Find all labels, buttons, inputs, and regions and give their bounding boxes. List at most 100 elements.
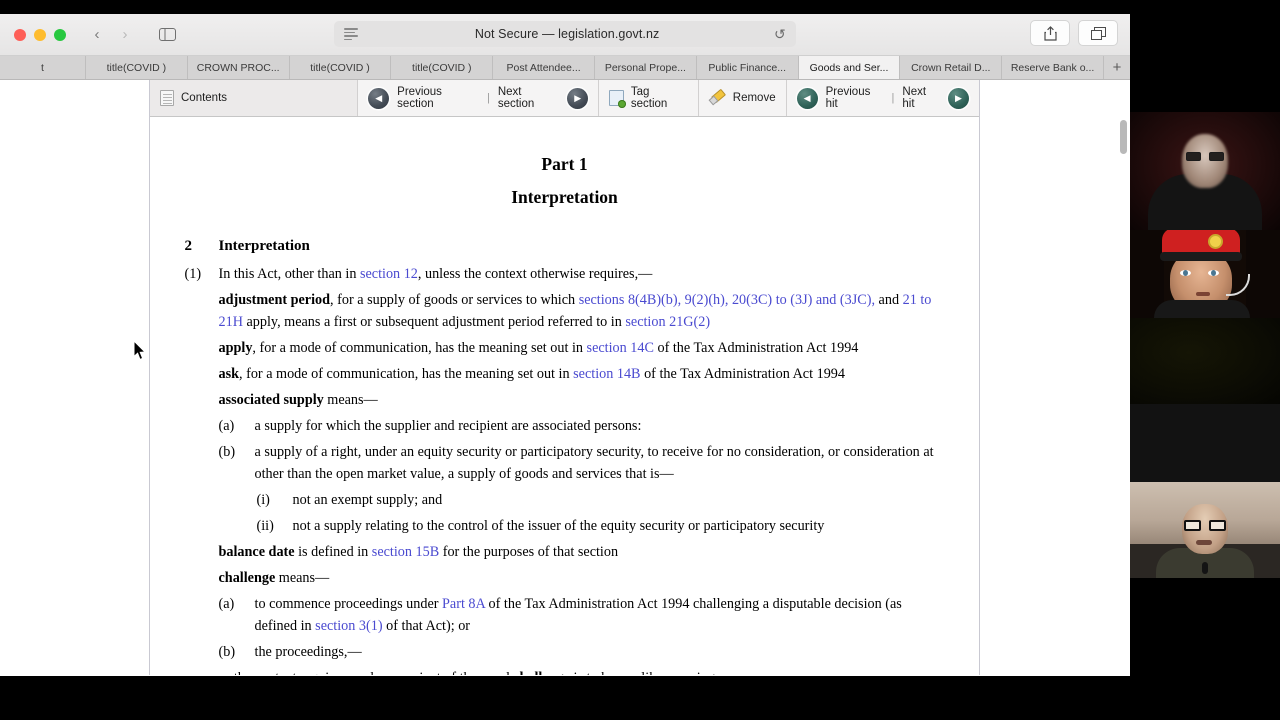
closing-text-b: is to have a like meaning: [570, 670, 714, 676]
definition-text: is defined in: [294, 543, 372, 560]
definition-adjustment-period: adjustment period, for a supply of goods…: [185, 289, 945, 333]
section-navigation-group[interactable]: ◀ Previous section | Next section ▶: [358, 80, 600, 116]
definition-text: , for a mode of communication, has the m…: [252, 339, 587, 356]
browser-tab[interactable]: title(COVID ): [86, 56, 188, 79]
section-link[interactable]: Part 8A: [442, 596, 485, 612]
tab-strip[interactable]: t title(COVID ) CROWN PROC... title(COVI…: [0, 56, 1130, 80]
section-link[interactable]: section 15B: [372, 544, 439, 560]
browser-tab[interactable]: Public Finance...: [697, 56, 799, 79]
video-call-participants: [1130, 0, 1280, 720]
definition-associated-supply: associated supply means—: [185, 389, 945, 411]
tab-overview-icon[interactable]: [1078, 20, 1118, 46]
list-item: (a) a supply for which the supplier and …: [185, 415, 945, 437]
participant-tile-4[interactable]: [1130, 404, 1280, 482]
browser-tab[interactable]: Crown Retail D...: [900, 56, 1003, 79]
section-link[interactable]: section 21G(2): [625, 314, 710, 330]
arrow-right-circle-icon[interactable]: ▶: [948, 87, 970, 109]
browser-tab[interactable]: Personal Prope...: [595, 56, 697, 79]
next-section-label[interactable]: Next section: [498, 86, 559, 110]
tab-label: Goods and Ser...: [809, 61, 889, 74]
section-link[interactable]: section 3(1): [315, 618, 382, 634]
forward-button[interactable]: ›: [112, 24, 138, 46]
tag-section-button[interactable]: Tag section: [599, 80, 699, 116]
remove-button[interactable]: Remove: [698, 80, 787, 116]
closing-text-a: as the context requires; and any variant…: [219, 670, 514, 676]
browser-tab[interactable]: title(COVID ): [290, 56, 392, 79]
browser-tab[interactable]: t: [0, 56, 86, 79]
list-subitem-label: (i): [256, 491, 270, 508]
vertical-scrollbar[interactable]: [1120, 120, 1127, 672]
participant-tile-2[interactable]: [1130, 230, 1280, 318]
browser-tab[interactable]: title(COVID ): [391, 56, 494, 79]
list-item-label: (b): [218, 643, 236, 660]
browser-tab[interactable]: Post Attendee...: [493, 56, 595, 79]
section-link[interactable]: section 12: [360, 266, 418, 282]
list-item-text: a supply for which the supplier and reci…: [254, 417, 642, 434]
participant-shirt: [1154, 300, 1250, 318]
participant-tile-3[interactable]: [1130, 318, 1280, 404]
next-hit-label[interactable]: Next hit: [902, 86, 940, 110]
challenge-closing: as the context requires; and any variant…: [185, 667, 945, 676]
remove-label: Remove: [732, 92, 776, 104]
arrow-left-circle-icon[interactable]: ◀: [368, 87, 390, 109]
section-link[interactable]: sections 8(4B)(b), 9(2)(h), 20(3C) to (3…: [579, 292, 875, 308]
list-item: (a) to commence proceedings under Part 8…: [185, 593, 945, 637]
list-item-text-a: to commence proceedings under: [254, 595, 443, 612]
highlighter-pen-icon: [709, 90, 726, 106]
list-item-text: the proceedings,—: [254, 643, 362, 660]
minimize-window-button[interactable]: [34, 28, 46, 41]
browser-tab-active[interactable]: Goods and Ser...: [798, 56, 901, 79]
screen: ‹ › Not Secure — legislation.govt.nz ↻ t…: [0, 0, 1280, 720]
browser-window: ‹ › Not Secure — legislation.govt.nz ↻ t…: [0, 14, 1130, 676]
browser-tab[interactable]: Reserve Bank o...: [1002, 56, 1104, 79]
share-icon[interactable]: [1030, 20, 1070, 46]
list-subitem-text: not an exempt supply; and: [292, 491, 443, 508]
tag-document-icon: [609, 90, 626, 108]
close-window-button[interactable]: [14, 28, 26, 41]
tab-label: Personal Prope...: [604, 61, 686, 74]
previous-hit-label[interactable]: Previous hit: [826, 86, 884, 110]
navigation-buttons[interactable]: ‹ ›: [84, 24, 138, 46]
definition-text: for the purposes of that section: [439, 543, 619, 560]
tab-label: title(COVID ): [412, 61, 472, 74]
section-number: 2: [184, 238, 193, 255]
reload-icon[interactable]: ↻: [774, 26, 786, 43]
arrow-left-circle-icon[interactable]: ◀: [796, 87, 818, 109]
tab-label: Public Finance...: [708, 61, 786, 74]
arrow-right-circle-icon[interactable]: ▶: [567, 87, 589, 109]
definition-text: apply, means a first or subsequent adjus…: [242, 313, 626, 330]
mouse-pointer: [133, 339, 147, 361]
document-scroll-area[interactable]: Part 1 Interpretation 2 Interpretation (…: [150, 117, 979, 675]
address-bar[interactable]: Not Secure — legislation.govt.nz ↻: [334, 21, 796, 47]
reader-view-icon[interactable]: [344, 27, 360, 41]
tab-label: CROWN PROC...: [196, 61, 280, 74]
scrollbar-thumb[interactable]: [1120, 120, 1127, 154]
sidebar-icon[interactable]: [152, 24, 182, 46]
list-item-text-c: of that Act); or: [382, 617, 471, 634]
previous-section-label[interactable]: Previous section: [397, 86, 479, 110]
section-link[interactable]: section 14C: [587, 340, 654, 356]
browser-tab[interactable]: CROWN PROC...: [188, 56, 290, 79]
zoom-window-button[interactable]: [54, 28, 66, 41]
definition-text: , for a mode of communication, has the m…: [239, 365, 574, 382]
participant-tile-5[interactable]: [1130, 482, 1280, 578]
section-heading: 2 Interpretation: [185, 235, 945, 258]
contents-button[interactable]: Contents: [150, 80, 359, 116]
section-link[interactable]: section 14B: [573, 366, 640, 382]
right-margin-pane: [980, 80, 1130, 675]
document-body: Part 1 Interpretation 2 Interpretation (…: [185, 151, 945, 675]
content-column: Contents ◀ Previous section | Next secti…: [150, 80, 980, 675]
window-traffic-lights[interactable]: [14, 28, 66, 41]
left-margin-pane: [0, 80, 150, 675]
tab-label: title(COVID ): [310, 61, 370, 74]
toolbar-right-buttons[interactable]: [1030, 20, 1118, 46]
back-button[interactable]: ‹: [84, 24, 110, 46]
participant-mouth: [1196, 292, 1210, 296]
new-tab-button[interactable]: +: [1104, 56, 1130, 79]
hit-navigation-group[interactable]: ◀ Previous hit | Next hit ▶: [786, 80, 980, 116]
definition-term: associated supply: [218, 391, 324, 408]
tab-label: Reserve Bank o...: [1010, 61, 1095, 74]
participant-tile-1[interactable]: [1130, 112, 1280, 230]
definition-balance-date: balance date is defined in section 15B f…: [185, 541, 945, 563]
document-icon: [160, 90, 174, 106]
